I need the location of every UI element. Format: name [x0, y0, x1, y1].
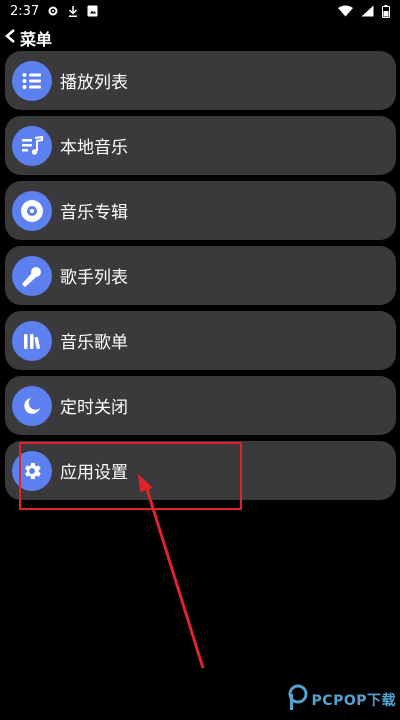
page-title: 菜单	[20, 30, 53, 49]
gear-icon	[47, 5, 59, 17]
chevron-left-icon[interactable]	[4, 28, 16, 48]
settings-icon	[12, 450, 52, 491]
screen: 2:37 菜单 播放列表 本地音乐 音乐专辑 歌手列表 音乐歌单 定时关闭 应用…	[0, 0, 400, 720]
menu-item-artists[interactable]: 歌手列表	[5, 246, 396, 305]
menu-item-label: 歌手列表	[60, 268, 128, 288]
menu-item-playlist[interactable]: 播放列表	[5, 51, 396, 110]
watermark-text: PCPOP下载	[311, 693, 396, 709]
menu-item-playlists[interactable]: 音乐歌单	[5, 311, 396, 370]
status-left: 2:37	[10, 4, 98, 19]
album-icon	[12, 190, 52, 231]
menu-item-local-music[interactable]: 本地音乐	[5, 116, 396, 175]
battery-icon	[382, 4, 390, 18]
menu-item-label: 本地音乐	[60, 138, 128, 158]
status-time: 2:37	[10, 3, 40, 19]
moon-icon	[12, 385, 52, 426]
microphone-icon	[12, 255, 52, 296]
menu-item-label: 播放列表	[60, 73, 128, 93]
menu-item-album[interactable]: 音乐专辑	[5, 181, 396, 240]
menu-item-sleep-timer[interactable]: 定时关闭	[5, 376, 396, 435]
local-music-icon	[12, 125, 52, 166]
menu-item-label: 音乐专辑	[60, 203, 128, 223]
status-right	[338, 4, 390, 18]
signal-icon	[361, 5, 374, 17]
menu-item-settings[interactable]: 应用设置	[5, 441, 396, 500]
download-icon	[67, 5, 79, 18]
wifi-icon	[338, 5, 353, 17]
watermark: PCPOP下载	[288, 684, 396, 716]
playlist-icon	[12, 60, 52, 101]
menu-item-label: 应用设置	[60, 463, 128, 483]
notification-icon	[87, 5, 98, 17]
menu-item-label: 定时关闭	[60, 398, 128, 418]
status-bar: 2:37	[0, 0, 400, 22]
library-icon	[12, 320, 52, 361]
header: 菜单	[4, 26, 52, 50]
menu-item-label: 音乐歌单	[60, 333, 128, 353]
watermark-logo-icon	[288, 684, 308, 716]
